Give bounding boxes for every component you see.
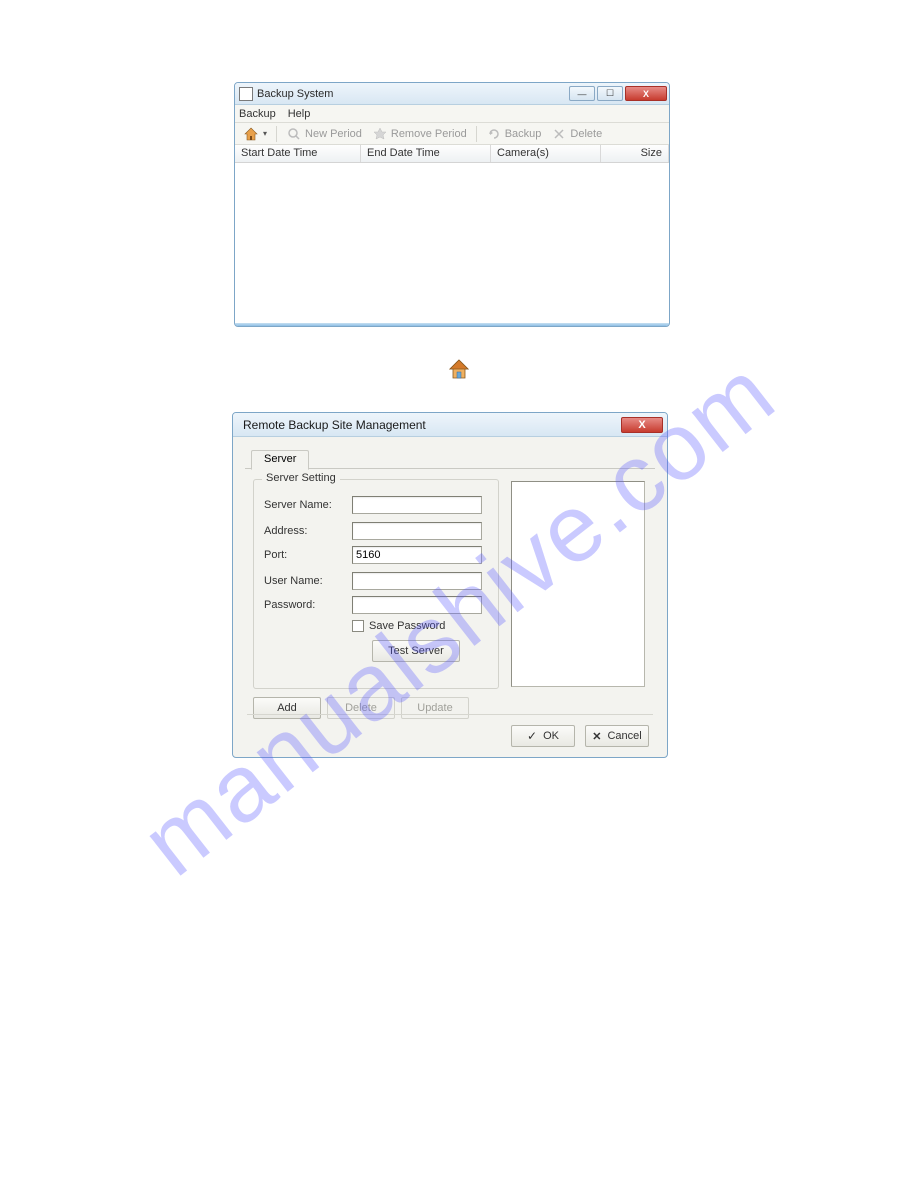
house-icon [447,357,471,381]
chevron-down-icon: ▾ [263,129,267,138]
port-field[interactable] [352,546,482,564]
dialog-title: Remote Backup Site Management [243,418,621,432]
remove-period-button[interactable]: Remove Period [368,126,471,142]
minimize-button[interactable]: — [569,86,595,101]
delete-button[interactable]: Delete [547,126,606,142]
backup-button[interactable]: Backup [482,126,546,142]
maximize-button[interactable]: ☐ [597,86,623,101]
star-remove-icon [372,126,388,142]
server-name-field[interactable] [352,496,482,514]
column-headers: Start Date Time End Date Time Camera(s) … [235,145,669,163]
save-password-label: Save Password [369,620,445,632]
action-button-row: Add Delete Update [253,697,469,719]
toolbar-separator [476,126,477,142]
dialog-buttons: ✓ OK ✕ Cancel [511,725,649,747]
cancel-button[interactable]: ✕ Cancel [585,725,649,747]
server-setting-group: Server Setting Server Name: Address: Por… [253,479,499,689]
new-period-label: New Period [305,128,362,140]
house-icon [243,126,259,142]
save-password-row: Save Password [352,620,445,632]
col-cameras[interactable]: Camera(s) [491,145,601,162]
window-title: Backup System [257,88,569,100]
app-icon [239,87,253,101]
close-button[interactable]: X [625,86,667,101]
check-icon: ✓ [527,729,537,743]
tab-server[interactable]: Server [251,450,309,470]
close-button[interactable]: X [621,417,663,433]
magnifier-icon [286,126,302,142]
menu-backup[interactable]: Backup [239,108,276,120]
title-bar: Backup System — ☐ X [235,83,669,105]
label-port: Port: [264,549,352,561]
delete-x-icon [551,126,567,142]
menu-bar: Backup Help [235,105,669,123]
label-user-name: User Name: [264,575,352,587]
tab-strip: Server [245,447,655,469]
col-end-date[interactable]: End Date Time [361,145,491,162]
menu-help[interactable]: Help [288,108,311,120]
delete-button-label: Delete [570,128,602,140]
label-server-name: Server Name: [264,499,352,511]
backup-system-window: Backup System — ☐ X Backup Help ▾ New Pe… [234,82,670,327]
remote-backup-dialog: Remote Backup Site Management X Server S… [232,412,668,758]
bottom-border-glow [235,323,669,326]
refresh-icon [486,126,502,142]
row-user-name: User Name: [264,572,482,590]
backup-button-label: Backup [505,128,542,140]
delete-server-button[interactable]: Delete [327,697,395,719]
col-size[interactable]: Size [601,145,669,162]
add-button[interactable]: Add [253,697,321,719]
test-server-button[interactable]: Test Server [372,640,460,662]
toolbar: ▾ New Period Remove Period Backup [235,123,669,145]
x-icon: ✕ [592,730,601,743]
group-title: Server Setting [262,472,340,484]
home-dropdown-button[interactable]: ▾ [239,126,271,142]
save-password-checkbox[interactable] [352,620,364,632]
toolbar-separator [276,126,277,142]
address-field[interactable] [352,522,482,540]
remove-period-label: Remove Period [391,128,467,140]
title-bar: Remote Backup Site Management X [233,413,667,437]
row-port: Port: [264,546,482,564]
server-list[interactable] [511,481,645,687]
password-field[interactable] [352,596,482,614]
new-period-button[interactable]: New Period [282,126,366,142]
col-start-date[interactable]: Start Date Time [235,145,361,162]
row-password: Password: [264,596,482,614]
row-server-name: Server Name: [264,496,482,514]
user-name-field[interactable] [352,572,482,590]
ok-label: OK [543,730,559,742]
label-password: Password: [264,599,352,611]
ok-button[interactable]: ✓ OK [511,725,575,747]
separator [247,714,653,715]
cancel-label: Cancel [607,730,641,742]
label-address: Address: [264,525,352,537]
list-body [235,163,669,323]
row-address: Address: [264,522,482,540]
update-button[interactable]: Update [401,697,469,719]
